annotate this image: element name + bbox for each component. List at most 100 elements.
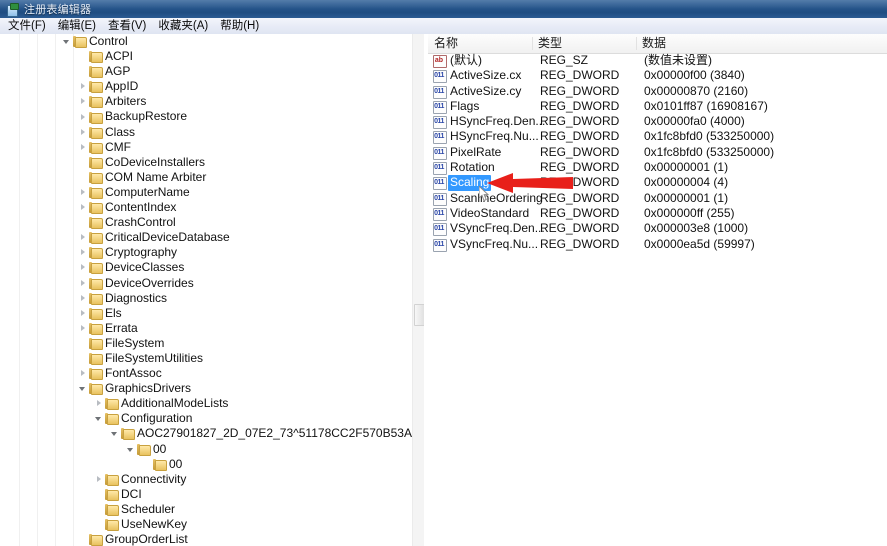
tree-item[interactable]: AOC27901827_2D_07E2_73^51178CC2F570B53AB… <box>0 426 412 441</box>
value-row[interactable]: ab (默认) REG_SZ (数值未设置) <box>428 53 887 68</box>
value-name: ActiveSize.cx <box>450 68 522 83</box>
value-type: REG_DWORD <box>540 98 620 113</box>
tree-item[interactable]: 00 <box>0 457 412 472</box>
value-row[interactable]: 011 PixelRate REG_DWORD 0x1fc8bfd0 (5332500… <box>428 145 887 160</box>
folder-icon <box>105 398 119 411</box>
folder-icon <box>89 337 103 350</box>
tree-item[interactable]: CMF <box>0 140 412 155</box>
menu-favorites[interactable]: 收藏夹(A) <box>152 19 214 34</box>
folder-icon <box>121 428 135 441</box>
tree-item[interactable]: AGP <box>0 64 412 79</box>
tree-item[interactable]: FontAssoc <box>0 366 412 381</box>
value-data: 0x000000ff (255) <box>644 205 735 220</box>
tree-item[interactable]: Control <box>0 34 412 49</box>
tree-item[interactable]: AppID <box>0 79 412 94</box>
value-row[interactable]: 011 HSyncFreq.Den... REG_DWORD 0x00000fa0 (… <box>428 114 887 130</box>
column-header-name[interactable]: 名称 <box>428 34 538 53</box>
value-data: (数值未设置) <box>644 53 712 67</box>
value-name: Flags <box>450 98 480 113</box>
dword-value-icon: 011 <box>433 116 447 130</box>
chevron-right-icon[interactable] <box>78 142 89 153</box>
value-row[interactable]: 011 Scaling REG_DWORD 0x00000004 (4) <box>428 175 887 191</box>
menu-edit[interactable]: 编辑(E) <box>52 19 102 34</box>
chevron-right-icon[interactable] <box>78 368 89 379</box>
registry-value-list[interactable]: 名称 类型 数据 ab (默认) REG_SZ (数值未设置) 011 ActiveSiz… <box>428 34 887 546</box>
tree-item[interactable]: ComputerName <box>0 185 412 200</box>
tree-item[interactable]: CriticalDeviceDatabase <box>0 230 412 245</box>
tree-item[interactable]: FileSystem <box>0 336 412 351</box>
tree-item[interactable]: Configuration <box>0 411 412 426</box>
chevron-right-icon[interactable] <box>94 398 105 409</box>
value-row[interactable]: 011 VSyncFreq.Den... REG_DWORD 0x000003e8 (… <box>428 221 887 237</box>
chevron-right-icon[interactable] <box>78 278 89 289</box>
tree-item[interactable]: Cryptography <box>0 245 412 260</box>
chevron-right-icon[interactable] <box>78 293 89 304</box>
folder-icon <box>89 126 103 139</box>
tree-item[interactable]: Errata <box>0 321 412 336</box>
tree-item[interactable]: ContentIndex <box>0 200 412 215</box>
chevron-right-icon[interactable] <box>78 96 89 107</box>
tree-item[interactable]: AdditionalModeLists <box>0 396 412 411</box>
tree-item[interactable]: BackupRestore <box>0 109 412 124</box>
tree-item[interactable]: COM Name Arbiter <box>0 170 412 185</box>
chevron-down-icon[interactable] <box>94 413 105 424</box>
tree-item[interactable]: CoDeviceInstallers <box>0 155 412 170</box>
chevron-right-icon[interactable] <box>78 247 89 258</box>
tree-item[interactable]: FileSystemUtilities <box>0 351 412 366</box>
value-row[interactable]: 011 VSyncFreq.Nu... REG_DWORD 0x0000ea5d (5… <box>428 237 887 252</box>
value-row[interactable]: 011 ActiveSize.cy REG_DWORD 0x00000870 (216… <box>428 84 887 99</box>
tree-item[interactable]: Scheduler <box>0 502 412 517</box>
chevron-right-icon[interactable] <box>78 262 89 273</box>
value-row[interactable]: 011 HSyncFreq.Nu... REG_DWORD 0x1fc8bfd0 (5… <box>428 129 887 145</box>
tree-item[interactable]: DCI <box>0 487 412 502</box>
chevron-down-icon[interactable] <box>78 383 89 394</box>
tree-item[interactable]: UseNewKey <box>0 517 412 532</box>
tree-item[interactable]: Arbiters <box>0 94 412 109</box>
tree-item-label: AdditionalModeLists <box>121 396 229 411</box>
menu-help[interactable]: 帮助(H) <box>214 19 265 34</box>
menu-view[interactable]: 查看(V) <box>102 19 152 34</box>
tree-item[interactable]: Connectivity <box>0 472 412 487</box>
chevron-down-icon[interactable] <box>126 444 137 455</box>
value-type: REG_DWORD <box>540 190 620 205</box>
chevron-right-icon[interactable] <box>78 202 89 213</box>
chevron-right-icon[interactable] <box>78 127 89 138</box>
value-row[interactable]: 011 VideoStandard REG_DWORD 0x000000ff (255… <box>428 206 887 221</box>
dword-value-icon: 011 <box>433 223 447 237</box>
tree-item[interactable]: Class <box>0 125 412 140</box>
chevron-right-icon[interactable] <box>78 81 89 92</box>
registry-editor-icon <box>6 2 19 17</box>
title-bar[interactable]: 注册表编辑器 <box>0 0 887 18</box>
tree-item-label: ComputerName <box>105 184 190 199</box>
chevron-right-icon[interactable] <box>94 474 105 485</box>
tree-item[interactable]: GraphicsDrivers <box>0 381 412 396</box>
column-header-type[interactable]: 类型 <box>532 34 642 53</box>
tree-item[interactable]: 00 <box>0 442 412 457</box>
tree-item[interactable]: Els <box>0 306 412 321</box>
chevron-right-icon[interactable] <box>78 323 89 334</box>
dword-value-icon: 011 <box>433 131 447 145</box>
chevron-right-icon[interactable] <box>78 112 89 123</box>
tree-item[interactable]: DeviceClasses <box>0 260 412 275</box>
chevron-down-icon[interactable] <box>62 36 73 47</box>
chevron-down-icon[interactable] <box>110 428 121 439</box>
value-row[interactable]: 011 ScanlineOrdering REG_DWORD 0x00000001 (… <box>428 191 887 206</box>
chevron-right-icon[interactable] <box>78 187 89 198</box>
tree-item[interactable]: DeviceOverrides <box>0 276 412 291</box>
menu-file[interactable]: 文件(F) <box>2 19 52 34</box>
chevron-right-icon[interactable] <box>78 308 89 319</box>
value-row[interactable]: 011 Rotation REG_DWORD 0x00000001 (1) <box>428 160 887 176</box>
value-name: HSyncFreq.Den... <box>450 114 546 129</box>
tree-item[interactable]: CrashControl <box>0 215 412 230</box>
tree-item[interactable]: Diagnostics <box>0 291 412 306</box>
value-row[interactable]: 011 ActiveSize.cx REG_DWORD 0x00000f00 (384… <box>428 68 887 84</box>
column-header-data[interactable]: 数据 <box>636 34 887 53</box>
value-row[interactable]: 011 Flags REG_DWORD 0x0101ff87 (16908167) <box>428 99 887 114</box>
tree-item[interactable]: ACPI <box>0 49 412 64</box>
tree-item[interactable]: GroupOrderList <box>0 532 412 546</box>
chevron-right-icon[interactable] <box>78 232 89 243</box>
registry-key-tree[interactable]: Control ACPI AGP AppID Arbiters BackupRestore… <box>0 34 412 546</box>
